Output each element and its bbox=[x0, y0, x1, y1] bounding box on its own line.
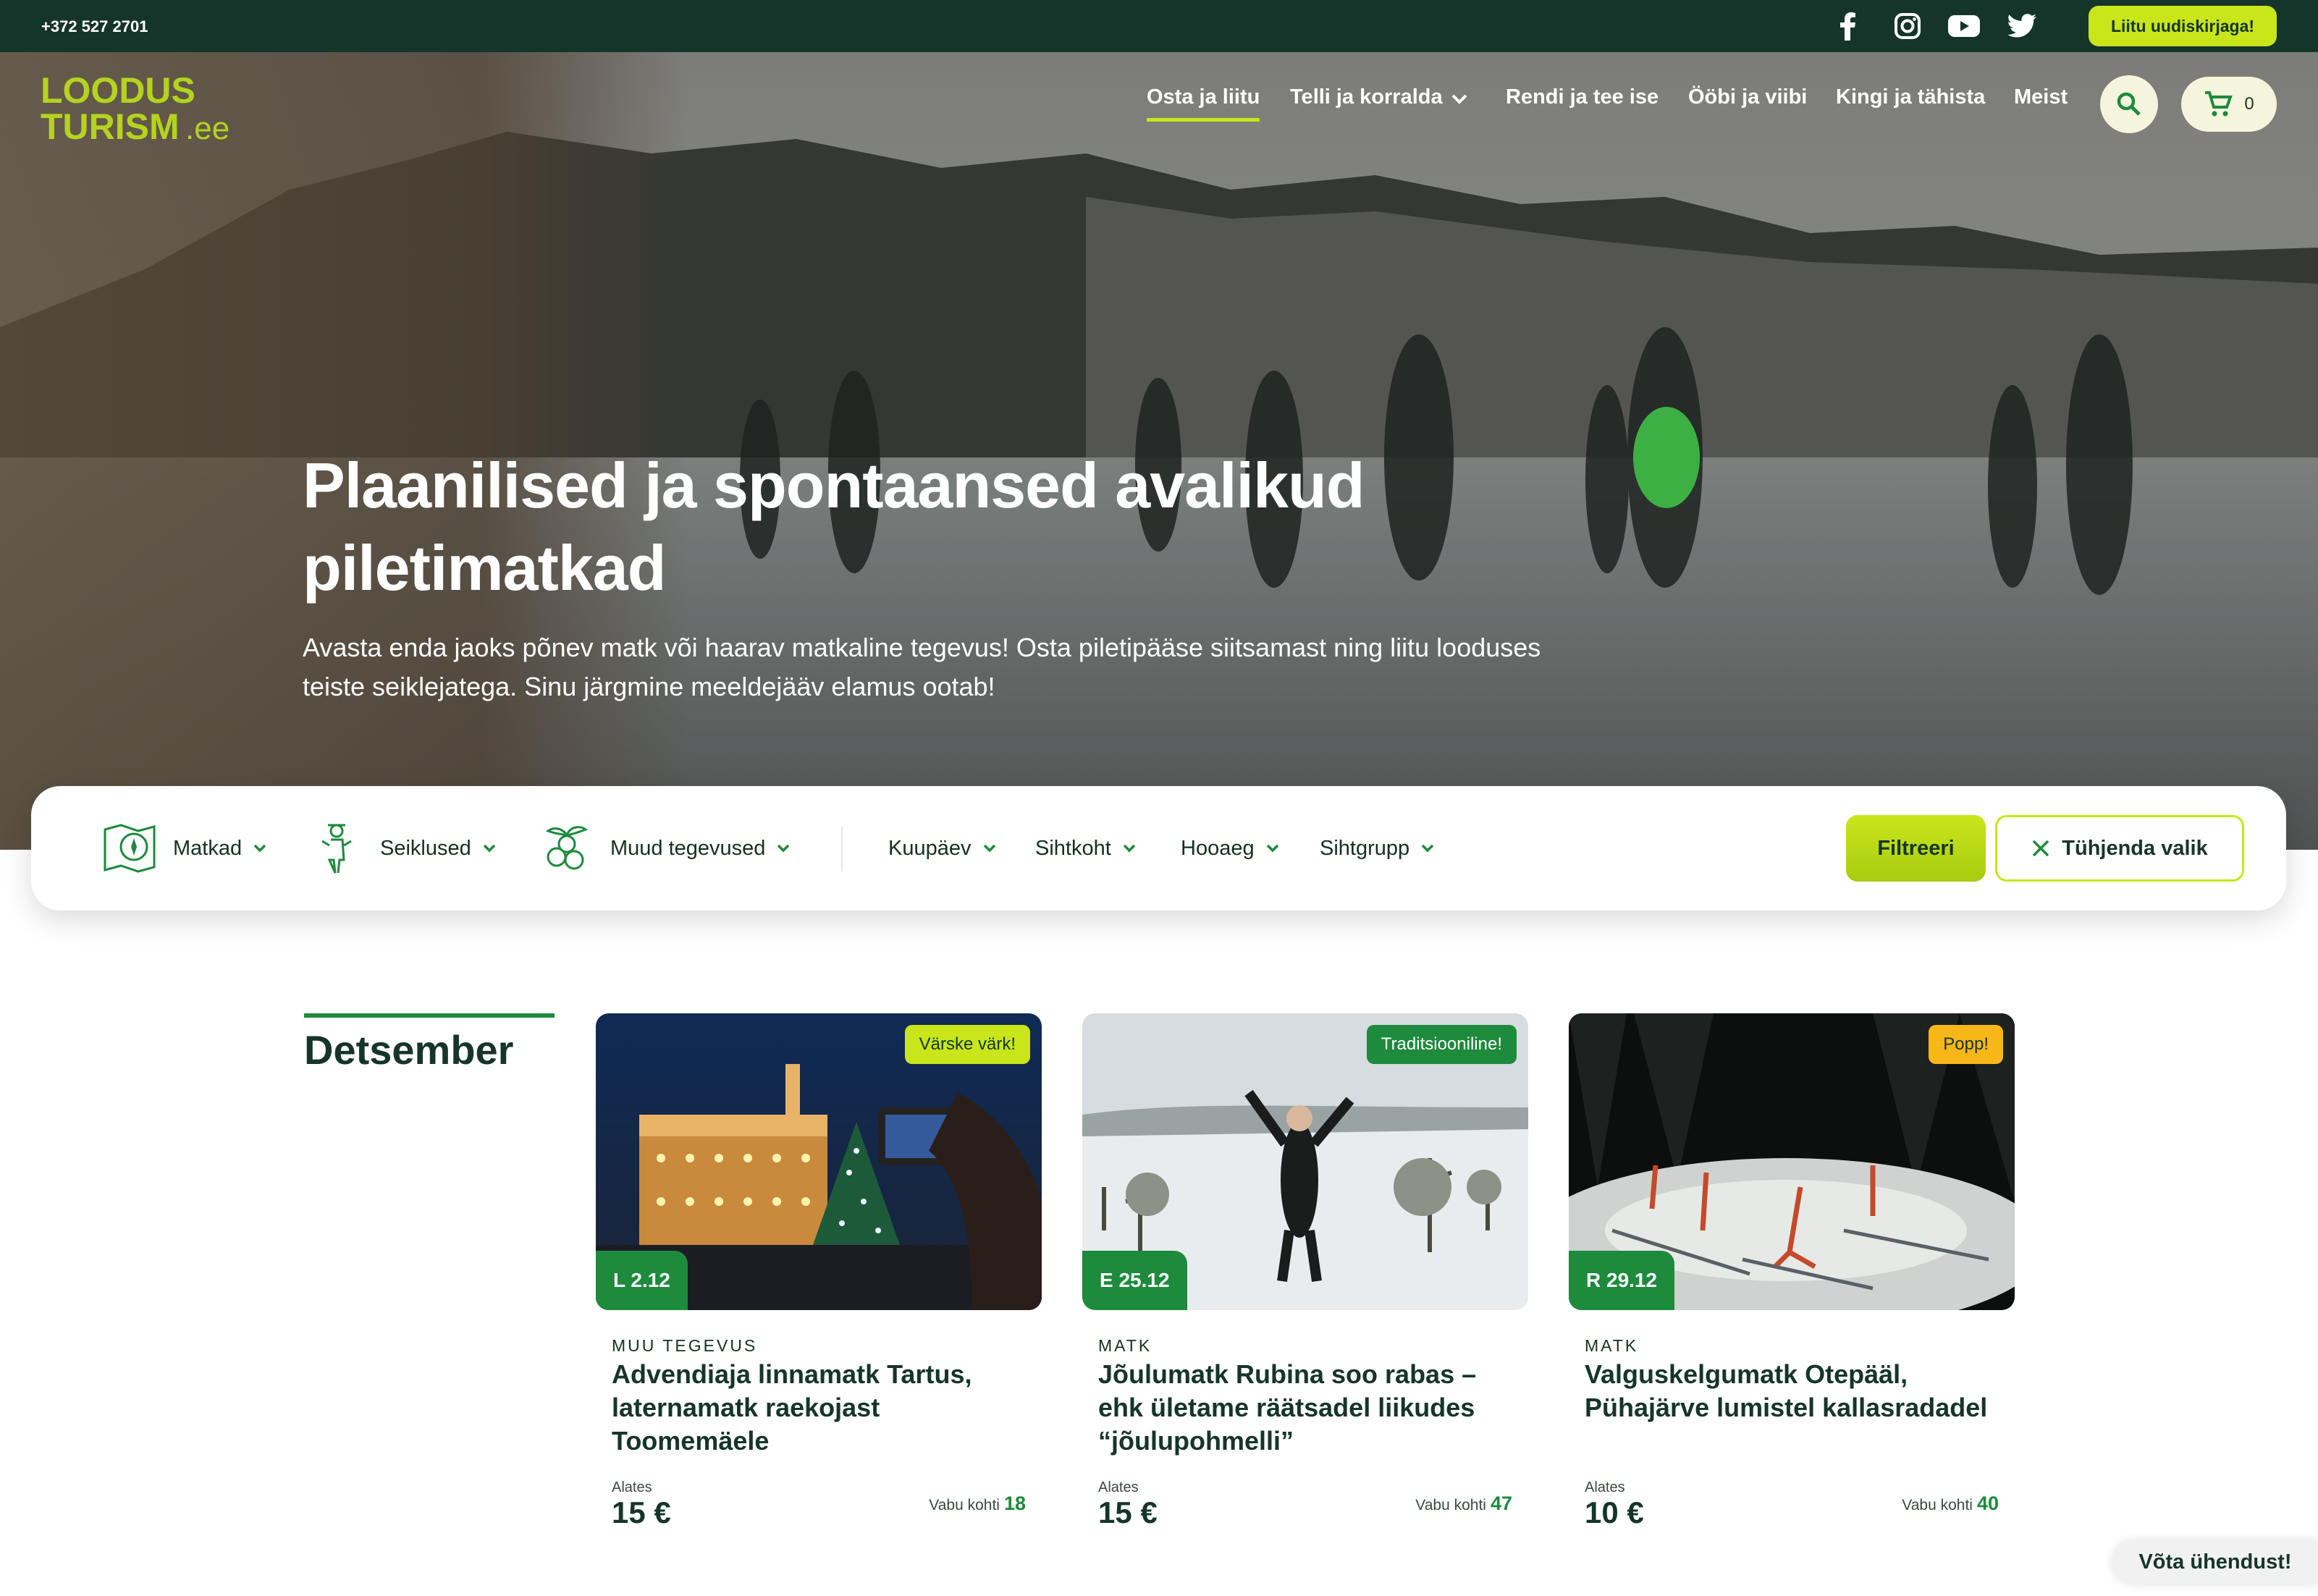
search-icon bbox=[2117, 92, 2141, 116]
hero-section: LOODUS TURISM .ee Osta ja liitu Telli ja… bbox=[0, 52, 2318, 850]
available-spots-label: Vabu kohti bbox=[1902, 1497, 1973, 1513]
select-label: Sihtgrupp bbox=[1320, 836, 1410, 860]
event-price: 15 € bbox=[1098, 1495, 1158, 1529]
event-badge: Värske värk! bbox=[904, 1025, 1030, 1064]
event-category: MATK bbox=[1585, 1336, 1639, 1355]
search-button[interactable] bbox=[2100, 75, 2158, 133]
contact-button[interactable]: Võta ühendust! bbox=[2112, 1540, 2318, 1584]
chevron-down-icon bbox=[483, 844, 495, 853]
chevron-down-icon bbox=[1266, 844, 1278, 853]
nav-item-label: Telli ja korralda bbox=[1290, 85, 1443, 109]
nav-item-telli-ja-korralda[interactable]: Telli ja korralda bbox=[1290, 85, 1469, 122]
select-label: Kuupäev bbox=[888, 836, 972, 860]
chevron-down-icon bbox=[253, 844, 266, 853]
phone-number[interactable]: +372 527 2701 bbox=[41, 17, 148, 36]
instagram-icon[interactable] bbox=[1892, 10, 1923, 42]
event-badge: Traditsiooniline! bbox=[1366, 1025, 1517, 1064]
filter-button[interactable]: Filtreeri bbox=[1846, 815, 1986, 882]
chevron-down-icon bbox=[1123, 844, 1136, 853]
select-label: Sihtkoht bbox=[1035, 836, 1111, 860]
berries-icon bbox=[545, 826, 589, 870]
chevron-down-icon bbox=[1451, 94, 1467, 104]
nav-item-oobi-ja-viibi[interactable]: Ööbi ja viibi bbox=[1688, 85, 1807, 122]
event-card[interactable]: Traditsiooniline! E 25.12 MATK Jõulumatk… bbox=[1082, 1013, 1528, 1578]
select-hooaeg[interactable]: Hooaeg bbox=[1181, 786, 1281, 911]
event-title[interactable]: Jõulumatk Rubina soo rabas – ehk ületame… bbox=[1098, 1358, 1518, 1458]
category-muud-tegevused[interactable]: Muud tegevused bbox=[538, 786, 791, 911]
cart-icon bbox=[2205, 91, 2233, 117]
price-from-label: Alates bbox=[1585, 1479, 1625, 1495]
hero-subtitle: Avasta enda jaoks põnev matk või haarav … bbox=[303, 633, 1541, 701]
close-icon bbox=[2033, 840, 2049, 857]
top-bar: +372 527 2701 Liitu uudiskirjaga! bbox=[0, 0, 2318, 52]
select-kuupaev[interactable]: Kuupäev bbox=[888, 786, 998, 911]
event-date: E 25.12 bbox=[1082, 1251, 1187, 1310]
map-compass-icon bbox=[104, 824, 156, 873]
available-spots: Vabu kohti 47 bbox=[1415, 1492, 1512, 1515]
hero-title: Plaanilised ja spontaansed avalikud pile… bbox=[303, 449, 1365, 604]
filter-panel: Matkad Seiklused Muud tegevused Kuupäev … bbox=[31, 786, 2286, 911]
available-spots-label: Vabu kohti bbox=[929, 1497, 1000, 1513]
clear-filters-button[interactable]: Tühjenda valik bbox=[1995, 815, 2244, 882]
event-date: R 29.12 bbox=[1569, 1251, 1675, 1310]
chevron-down-icon bbox=[983, 844, 995, 853]
event-card[interactable]: Värske värk! L 2.12 MUU TEGEVUS Advendia… bbox=[596, 1013, 1042, 1578]
event-title[interactable]: Advendiaja linnamatk Tartus, laternamatk… bbox=[612, 1358, 1032, 1458]
filter-divider bbox=[841, 827, 843, 871]
available-spots-label: Vabu kohti bbox=[1415, 1497, 1486, 1513]
cart-count: 0 bbox=[2244, 94, 2254, 114]
event-category: MATK bbox=[1098, 1336, 1152, 1355]
event-title[interactable]: Valguskelgumatk Otepääl, Pühajärve lumis… bbox=[1585, 1358, 2005, 1424]
nav-item-meist[interactable]: Meist bbox=[2014, 85, 2068, 122]
event-category: MUU TEGEVUS bbox=[612, 1336, 758, 1355]
category-label: Matkad bbox=[173, 836, 243, 860]
nav-item-osta-ja-liitu[interactable]: Osta ja liitu bbox=[1147, 85, 1260, 122]
available-spots-count: 18 bbox=[1003, 1492, 1026, 1514]
available-spots-count: 47 bbox=[1490, 1492, 1512, 1514]
available-spots-count: 40 bbox=[1976, 1492, 1999, 1514]
cart-button[interactable]: 0 bbox=[2181, 77, 2277, 132]
category-label: Muud tegevused bbox=[610, 836, 766, 860]
category-seiklused[interactable]: Seiklused bbox=[308, 786, 497, 911]
available-spots: Vabu kohti 18 bbox=[929, 1492, 1026, 1515]
event-price: 15 € bbox=[612, 1495, 671, 1529]
facebook-icon[interactable] bbox=[1832, 10, 1863, 42]
month-heading: Detsember bbox=[304, 1027, 514, 1073]
svg-text:TURISM: TURISM bbox=[41, 106, 180, 146]
youtube-icon[interactable] bbox=[1948, 10, 1980, 42]
category-matkad[interactable]: Matkad bbox=[101, 786, 268, 911]
available-spots: Vabu kohti 40 bbox=[1902, 1492, 1999, 1515]
adventurer-icon bbox=[321, 824, 352, 874]
select-sihtgrupp[interactable]: Sihtgrupp bbox=[1320, 786, 1436, 911]
select-sihtkoht[interactable]: Sihtkoht bbox=[1035, 786, 1137, 911]
event-image[interactable]: Värske värk! L 2.12 bbox=[596, 1013, 1042, 1310]
select-label: Hooaeg bbox=[1181, 836, 1255, 860]
event-card[interactable]: Popp! R 29.12 MATK Valguskelgumatk Otepä… bbox=[1569, 1013, 2015, 1578]
clear-filters-label: Tühjenda valik bbox=[2062, 836, 2208, 860]
svg-text:.ee: .ee bbox=[185, 111, 229, 146]
event-image[interactable]: Traditsiooniline! E 25.12 bbox=[1082, 1013, 1528, 1310]
month-divider bbox=[304, 1013, 555, 1018]
twitter-icon[interactable] bbox=[2006, 10, 2038, 42]
nav-item-rendi-ja-tee-ise[interactable]: Rendi ja tee ise bbox=[1506, 85, 1659, 122]
event-date: L 2.12 bbox=[596, 1251, 688, 1310]
nav-item-kingi-ja-tahista[interactable]: Kingi ja tähista bbox=[1836, 85, 1985, 122]
category-label: Seiklused bbox=[380, 836, 471, 860]
site-logo[interactable]: LOODUS TURISM .ee bbox=[41, 67, 243, 147]
event-image[interactable]: Popp! R 29.12 bbox=[1569, 1013, 2015, 1310]
event-badge: Popp! bbox=[1929, 1025, 2003, 1064]
event-price: 10 € bbox=[1585, 1495, 1644, 1529]
newsletter-button[interactable]: Liitu uudiskirjaga! bbox=[2089, 6, 2277, 46]
price-from-label: Alates bbox=[1098, 1479, 1139, 1495]
chevron-down-icon bbox=[1421, 844, 1434, 853]
price-from-label: Alates bbox=[612, 1479, 652, 1495]
svg-text:LOODUS: LOODUS bbox=[41, 70, 195, 111]
chevron-down-icon bbox=[777, 844, 790, 853]
